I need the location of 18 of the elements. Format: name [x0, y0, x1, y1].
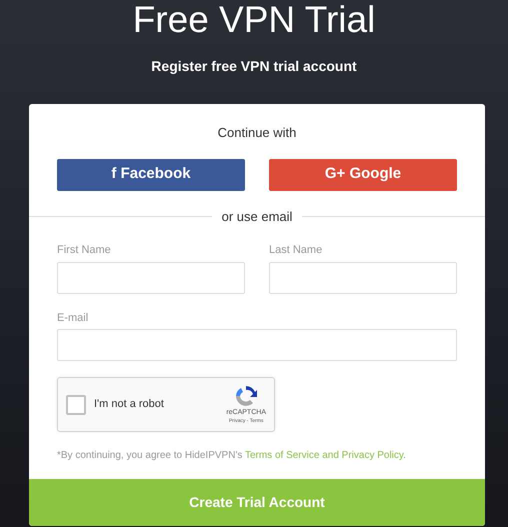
input-field[interactable]	[57, 329, 457, 361]
terms-link[interactable]: Terms of Service and Privacy Policy	[244, 450, 404, 461]
captcha-checkbox[interactable]	[66, 394, 86, 414]
input-field[interactable]	[57, 262, 245, 294]
continue-heading: Continue with	[216, 124, 298, 142]
page-title: Free VPN Trial	[132, 0, 376, 40]
field-label: E-mail	[57, 310, 90, 326]
terms-text: *By continuing, you agree to HideIPVPN's Terms of Service and Privacy Policy.	[57, 449, 407, 463]
create-account-button[interactable]: Create Trial Account	[29, 479, 485, 526]
field-label: Last Name	[269, 243, 324, 258]
captcha-label: I'm not a robot	[94, 397, 164, 412]
page-subtitle: Register free VPN trial account	[150, 57, 358, 76]
input-field[interactable]	[269, 262, 457, 294]
recaptcha-icon	[234, 384, 258, 408]
google-button[interactable]: G+ Google	[269, 158, 457, 190]
field-label: First Name	[57, 243, 112, 258]
facebook-button[interactable]: f Facebook	[57, 158, 245, 190]
divider-text: or use email	[222, 208, 292, 226]
